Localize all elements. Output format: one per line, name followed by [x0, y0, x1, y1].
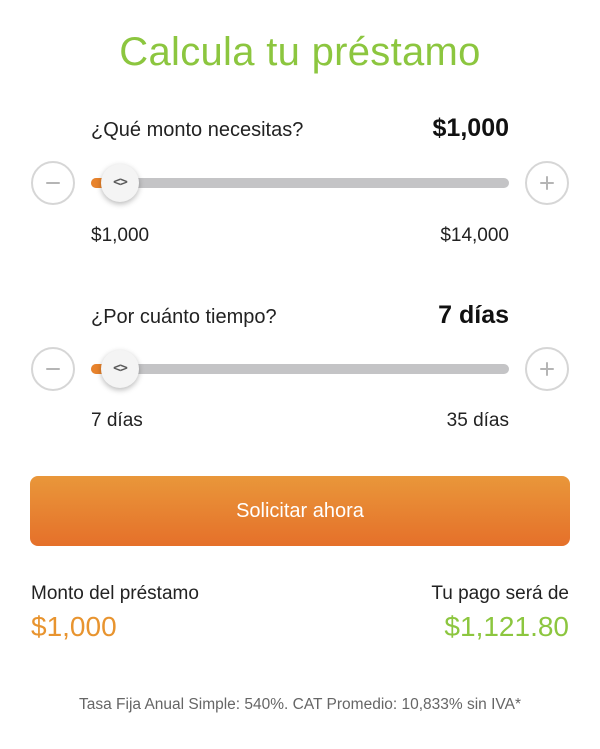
term-decrease-button[interactable]: [31, 347, 75, 391]
amount-question-label: ¿Qué monto necesitas?: [91, 119, 304, 141]
plus-icon: [540, 362, 554, 376]
chevron-left-right-icon: <>: [113, 361, 128, 376]
term-max-label: 35 días: [446, 410, 509, 431]
loan-amount-label: Monto del préstamo: [31, 583, 199, 604]
term-min-label: 7 días: [91, 410, 143, 431]
term-slider-track[interactable]: [91, 364, 509, 374]
amount-decrease-button[interactable]: [31, 161, 75, 205]
term-value: 7 días: [438, 301, 509, 329]
chevron-left-right-icon: <>: [113, 175, 128, 190]
amount-slider-track[interactable]: [91, 178, 509, 188]
term-slider-thumb[interactable]: <>: [101, 350, 139, 388]
minus-icon: [46, 368, 60, 370]
term-increase-button[interactable]: [525, 347, 569, 391]
apply-now-button[interactable]: Solicitar ahora: [30, 476, 570, 546]
amount-slider-thumb[interactable]: <>: [101, 164, 139, 202]
term-question-label: ¿Por cuánto tiempo?: [91, 306, 277, 328]
amount-max-label: $14,000: [440, 225, 509, 246]
loan-amount-value: $1,000: [31, 611, 117, 642]
amount-value: $1,000: [432, 114, 509, 142]
amount-min-label: $1,000: [91, 225, 150, 246]
plus-icon: [540, 176, 554, 190]
amount-increase-button[interactable]: [525, 161, 569, 205]
page-title: Calcula tu préstamo: [119, 30, 481, 74]
payment-value: $1,121.80: [444, 611, 569, 642]
rate-disclaimer: Tasa Fija Anual Simple: 540%. CAT Promed…: [79, 696, 521, 713]
minus-icon: [46, 182, 60, 184]
payment-label: Tu pago será de: [431, 583, 569, 604]
